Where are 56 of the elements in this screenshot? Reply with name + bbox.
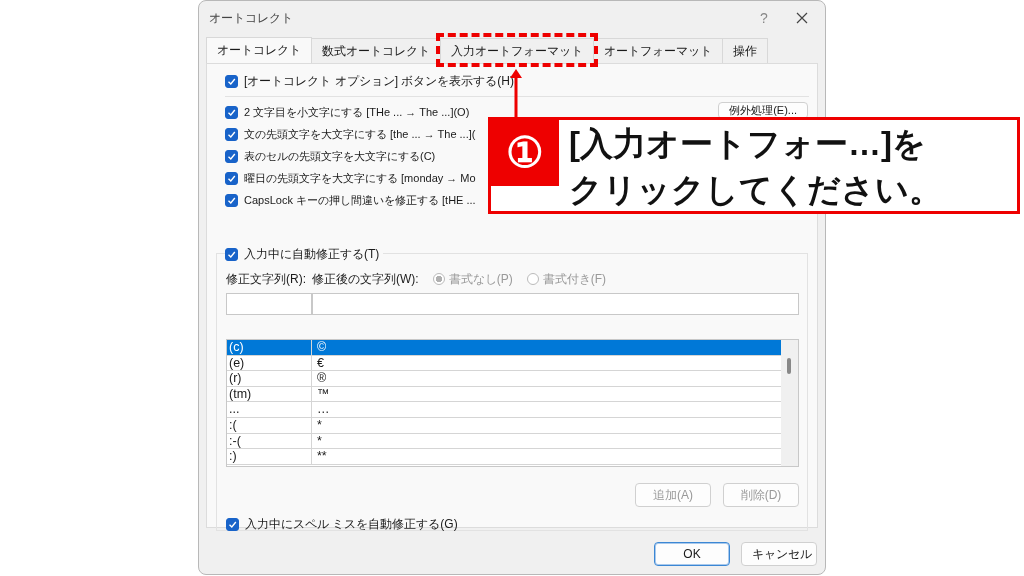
with-text: © bbox=[316, 340, 327, 355]
tab[interactable]: オートコレクト bbox=[206, 37, 312, 63]
tab[interactable]: 操作 bbox=[722, 38, 768, 63]
with-text: ® bbox=[316, 371, 327, 386]
replace-text: :) bbox=[227, 449, 312, 464]
replace-text: :-( bbox=[227, 433, 312, 449]
field-label: 修正文字列(R): bbox=[226, 271, 306, 288]
replace-text: (tm) bbox=[227, 386, 312, 402]
window-title: オートコレクト bbox=[209, 10, 294, 27]
field-label: 修正後の文字列(W): bbox=[312, 271, 419, 288]
option-label: [オートコレクト オプション] ボタンを表示する(H) bbox=[244, 73, 514, 90]
checkbox[interactable] bbox=[225, 193, 238, 207]
option-label: 表のセルの先頭文字を大文字にする(C) bbox=[244, 148, 436, 164]
replace-text: ... bbox=[227, 402, 312, 417]
with-text: ™ bbox=[316, 386, 330, 402]
replace-text: (c) bbox=[227, 340, 312, 355]
replace-text: (r) bbox=[227, 371, 312, 386]
option-label: CapsLock キーの押し間違いを修正する [tHE ... bbox=[244, 192, 476, 208]
cancel-button[interactable]: キャンセル bbox=[741, 542, 817, 566]
list-row[interactable]: (e) € bbox=[227, 355, 781, 372]
checkbox[interactable] bbox=[225, 105, 238, 119]
list-row[interactable]: ... … bbox=[227, 402, 781, 418]
list-row[interactable]: :( * bbox=[227, 417, 781, 434]
close-icon bbox=[796, 12, 808, 24]
list-row[interactable]: :-( * bbox=[227, 433, 781, 450]
radio-label: 書式なし(P) bbox=[448, 271, 513, 288]
replace-text: :( bbox=[227, 417, 312, 433]
scrollbar[interactable] bbox=[781, 340, 798, 466]
option-label: 曜日の先頭文字を大文字にする [monday → Mo bbox=[244, 170, 476, 186]
list-row[interactable]: (c) © bbox=[227, 340, 781, 356]
radio-label: 書式付き(F) bbox=[542, 271, 606, 288]
list-row[interactable]: :) ** bbox=[227, 449, 781, 465]
group-label: 入力中に自動修正する(T) bbox=[244, 246, 380, 263]
with-field[interactable] bbox=[312, 293, 799, 315]
with-text: * bbox=[316, 417, 322, 433]
replace-text: (e) bbox=[227, 355, 312, 371]
with-text: … bbox=[316, 402, 330, 417]
option-label: 文の先頭文字を大文字にする [the ... → The ...]( bbox=[244, 126, 476, 142]
checkbox[interactable] bbox=[225, 74, 238, 88]
with-text: * bbox=[316, 433, 322, 449]
replace-field[interactable] bbox=[226, 293, 312, 315]
step-number: ① bbox=[491, 120, 559, 186]
checkbox[interactable] bbox=[225, 127, 238, 141]
callout-text: [入力オートフォー…]を クリックしてください。 bbox=[569, 124, 942, 210]
list-row[interactable]: (tm) ™ bbox=[227, 386, 781, 403]
option-label: 入力中にスペル ミスを自動修正する(G) bbox=[245, 516, 458, 533]
checkbox[interactable] bbox=[225, 149, 238, 163]
checkbox[interactable] bbox=[225, 247, 238, 261]
checkbox[interactable] bbox=[226, 517, 239, 531]
option-label: 2 文字目を小文字にする [THe ... → The ...](O) bbox=[244, 104, 470, 120]
with-text: ** bbox=[316, 449, 327, 464]
with-text: € bbox=[316, 355, 324, 371]
checkbox[interactable] bbox=[225, 171, 238, 185]
scroll-thumb[interactable] bbox=[787, 358, 791, 374]
list-row[interactable]: (r) ® bbox=[227, 371, 781, 387]
ok-button[interactable]: OK bbox=[654, 542, 730, 566]
